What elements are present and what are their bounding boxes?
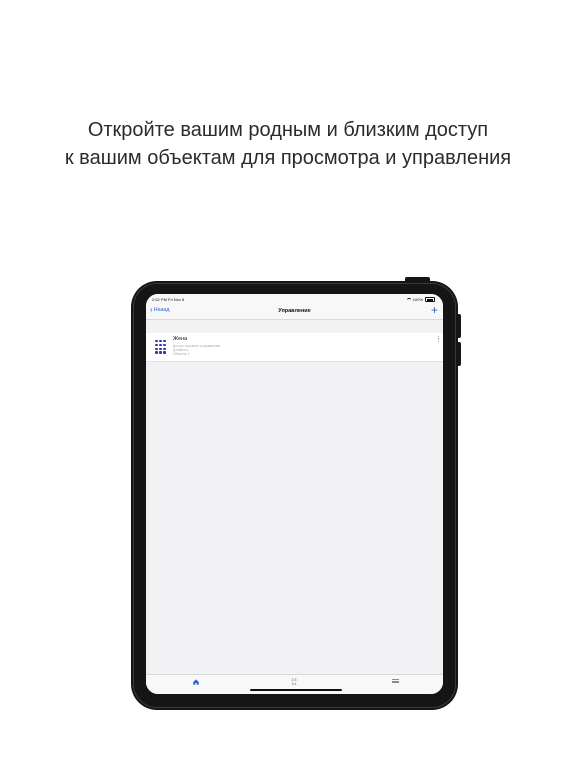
wifi-icon	[406, 297, 411, 302]
headline-line-2: к вашим объектам для просмотра и управле…	[64, 147, 512, 169]
more-options-icon[interactable]	[438, 336, 440, 343]
tab-middle[interactable]: 2:3 4:1	[286, 678, 302, 686]
headline: Откройте вашим родным и близким доступ к…	[0, 116, 576, 172]
status-time: 2:52 PM Fri Nov 8	[152, 297, 185, 302]
device-volume-down-button	[458, 342, 461, 366]
page-title: Управление	[278, 308, 311, 314]
battery-percent: 100%	[412, 297, 423, 302]
battery-icon	[425, 297, 435, 302]
list-item[interactable]: Жена Доступ: просмотр и управление Добав…	[146, 333, 443, 362]
home-icon[interactable]	[193, 679, 199, 685]
tab-middle-line-2: 4:1	[291, 682, 297, 686]
headline-line-1: Откройте вашим родным и близким доступ	[87, 119, 489, 141]
status-bar: 2:52 PM Fri Nov 8 100%	[146, 294, 443, 303]
home-indicator	[250, 689, 342, 691]
tablet-screen: 2:52 PM Fri Nov 8 100% ‹ Назад Управлени…	[146, 294, 443, 694]
tab-bar: 2:3 4:1	[146, 674, 443, 694]
navigation-bar: ‹ Назад Управление +	[146, 303, 443, 320]
list-item-title: Жена	[173, 336, 188, 342]
status-right: 100%	[406, 297, 435, 302]
keypad-icon	[155, 340, 166, 354]
list-item-detail-3: Объекты: 1	[173, 352, 190, 356]
menu-icon[interactable]	[392, 679, 399, 683]
plus-icon[interactable]: +	[431, 304, 438, 316]
device-volume-up-button	[458, 314, 461, 338]
